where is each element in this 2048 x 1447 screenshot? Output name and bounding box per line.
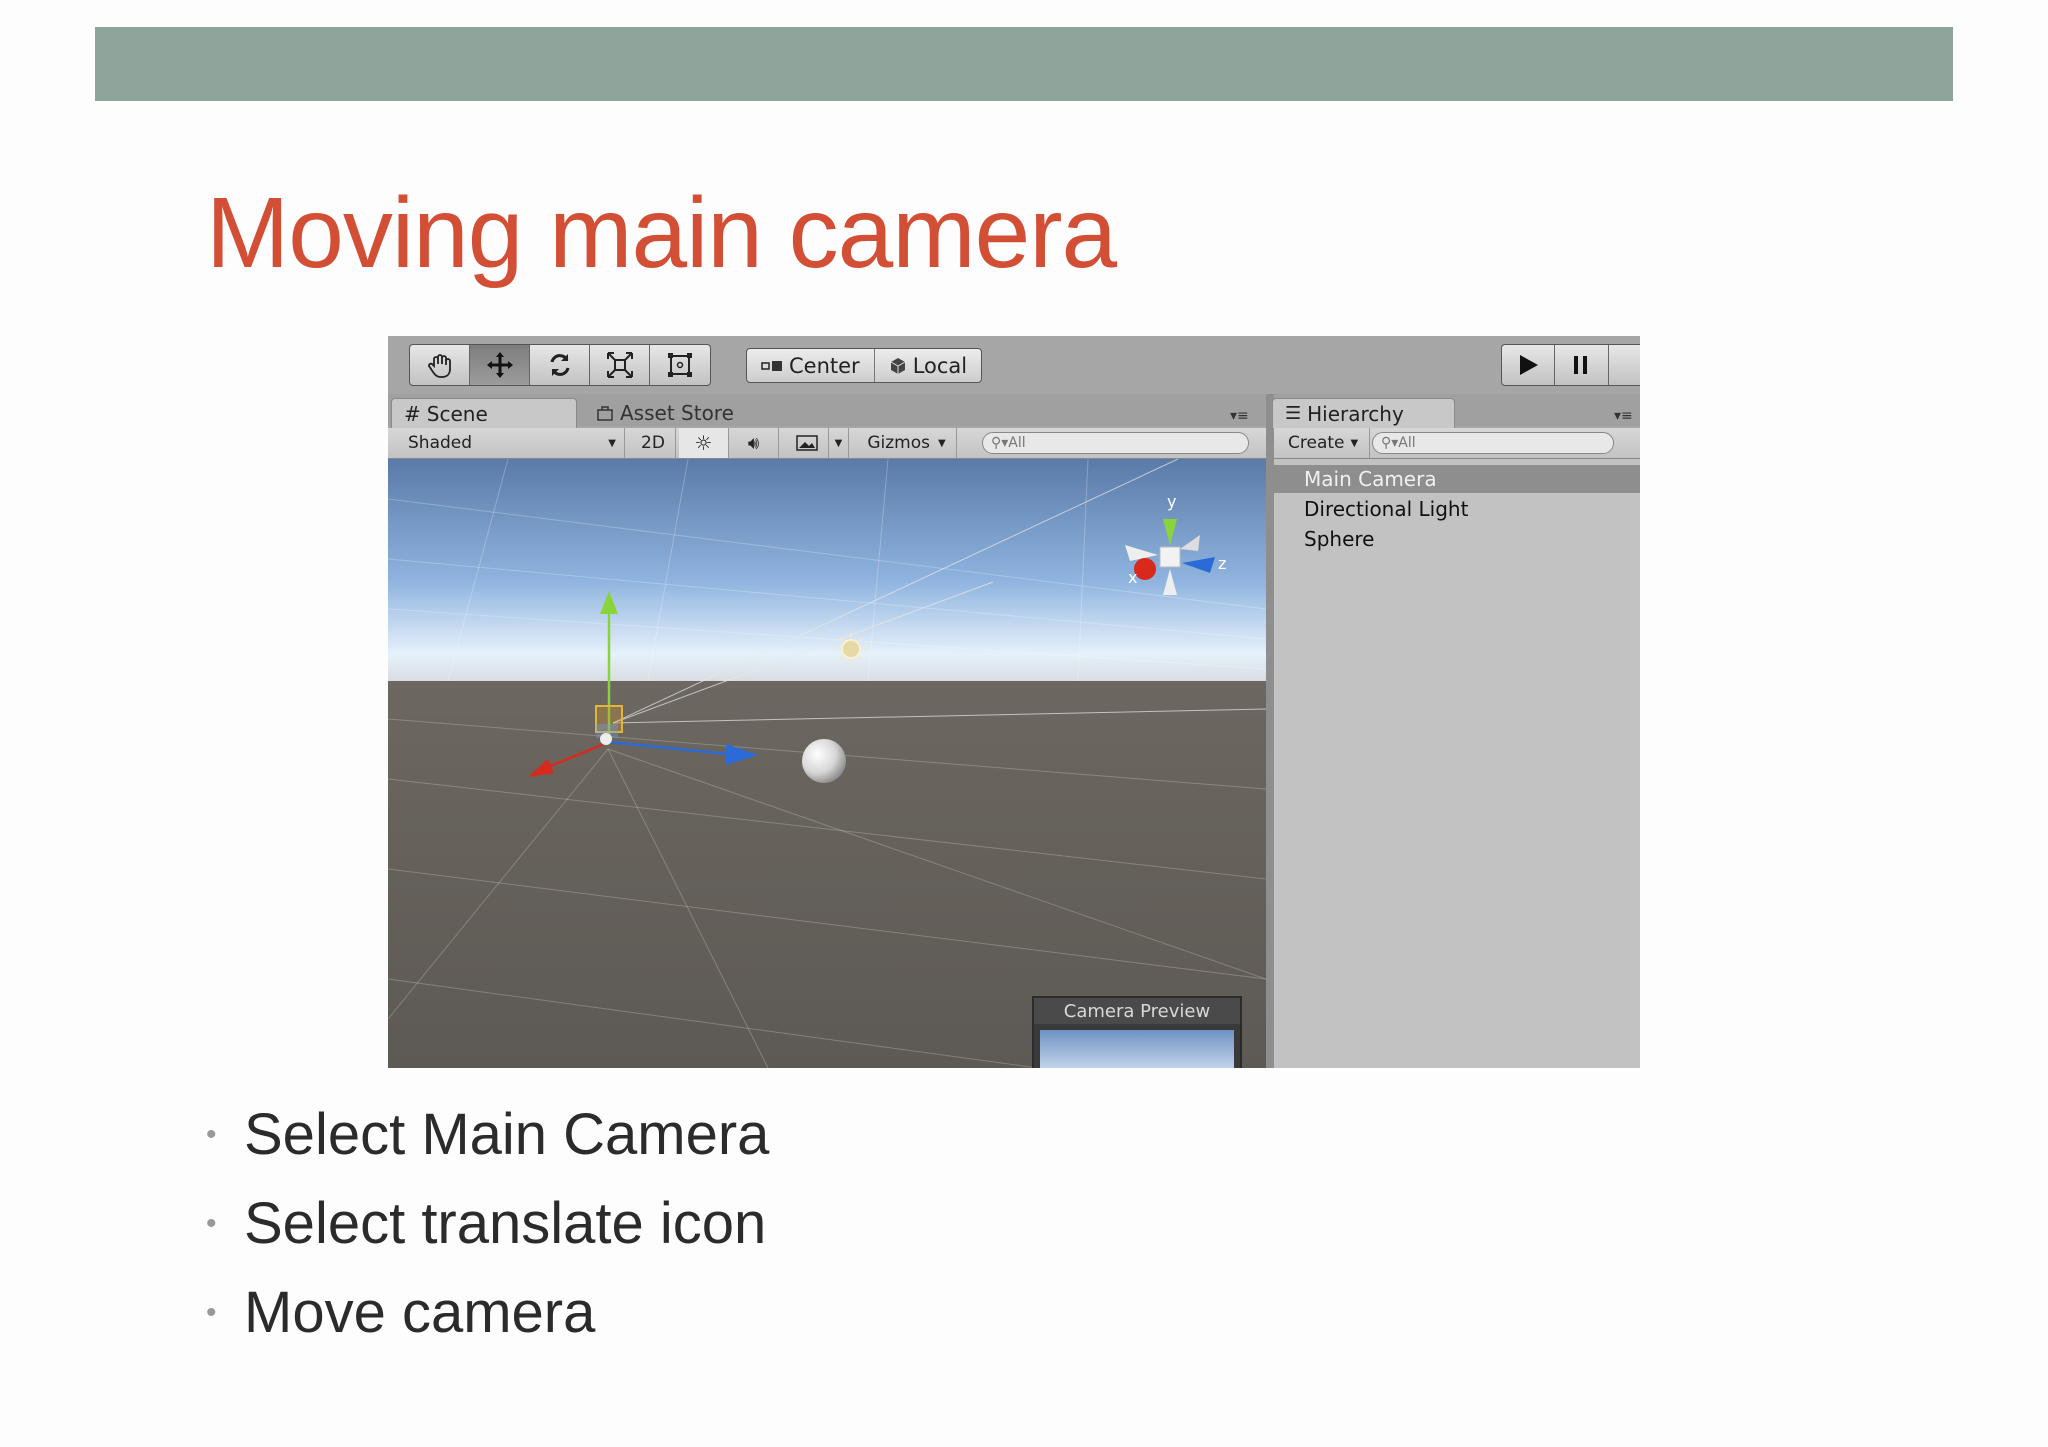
pause-icon [1574,356,1588,374]
panel-divider[interactable] [1266,394,1274,1068]
hierarchy-create-dropdown[interactable]: Create ▼ [1280,428,1370,458]
scene-lighting-toggle[interactable]: ☼ [679,428,729,458]
playback-controls [1501,344,1640,386]
hierarchy-search-placeholder: All [1398,435,1416,451]
bullet-text: Move camera [244,1280,596,1345]
scene-search-input[interactable]: ⚲▾ All [982,432,1249,454]
mode-2d-label: 2D [641,433,665,453]
speaker-icon: 🔊︎ [747,432,760,454]
sun-icon: ☼ [694,431,713,455]
bullet-item: • Move camera [206,1268,769,1357]
pivot-controls: Center Local [746,348,983,383]
tab-hierarchy[interactable]: ☰ Hierarchy [1272,398,1455,428]
rotate-icon [550,354,569,376]
pivot-local-button[interactable]: Local [875,349,981,382]
scene-audio-toggle[interactable]: 🔊︎ [729,428,779,458]
unity-editor-screenshot: Center Local # Scene Asset Store ▾≡ Shad… [388,336,1640,1068]
pivot-center-label: Center [789,353,860,378]
bullet-dot: • [206,1206,217,1240]
tab-asset-store[interactable]: Asset Store [584,398,784,428]
top-banner [95,27,1953,101]
chevron-down-icon: ▼ [937,437,946,449]
chevron-down-icon: ▼ [1350,437,1359,449]
gizmos-dropdown[interactable]: Gizmos ▼ [857,428,957,458]
grid-icon: # [404,401,421,426]
move-icon [486,352,513,378]
pivot-center-button[interactable]: Center [747,349,875,382]
rotate-tool-button[interactable] [530,345,590,385]
move-tool-button[interactable] [470,345,530,385]
rect-icon [668,353,692,377]
image-icon [795,435,818,451]
draw-mode-dropdown[interactable]: Shaded ▼ [388,428,625,458]
search-icon: ⚲▾ [991,435,1009,451]
scene-viewport[interactable]: y x z Camera Preview [388,459,1266,1068]
gizmo-z-label: z [1218,554,1226,573]
bullet-item: • Select translate icon [206,1179,769,1268]
scene-panel-menu-icon[interactable]: ▾≡ [1230,408,1249,424]
scale-tool-button[interactable] [590,345,650,385]
gizmo-y-label: y [1167,492,1176,511]
tab-scene-label: Scene [426,401,488,426]
hierarchy-create-label: Create [1288,433,1345,453]
rect-tool-button[interactable] [650,345,710,385]
slide-title: Moving main camera [206,177,1117,289]
hand-tool-button[interactable] [410,345,470,385]
gizmo-x-label: x [1128,568,1137,587]
play-icon [1520,355,1539,375]
hierarchy-item-directional-light[interactable]: Directional Light [1274,495,1640,523]
scale-icon [606,352,633,378]
editor-toolbar: Center Local [388,336,1640,395]
hierarchy-search-input[interactable]: ⚲▾ All [1372,432,1614,454]
cube-icon [890,357,905,374]
shopping-bag-icon [597,406,613,421]
tab-hierarchy-label: Hierarchy [1307,401,1404,426]
center-pivot-icon [761,360,782,371]
mode-2d-toggle[interactable]: 2D [631,428,676,458]
hierarchy-bar: Create ▼ ⚲▾ All [1274,428,1640,459]
tab-scene[interactable]: # Scene [391,398,577,428]
tab-asset-store-label: Asset Store [620,401,734,425]
chevron-down-icon: ▼ [608,437,616,449]
bullet-dot: • [206,1295,217,1329]
step-button[interactable] [1609,345,1640,385]
scene-view-bar: Shaded ▼ 2D ☼ 🔊︎ ▼ Gizmos ▼ ⚲▾ All [388,428,1266,459]
hierarchy-panel-menu-icon[interactable]: ▾≡ [1614,408,1633,424]
draw-mode-label: Shaded [408,433,473,453]
camera-preview-window: Camera Preview [1032,996,1242,1068]
scene-effects-dropdown[interactable]: ▼ [829,428,849,458]
pause-button[interactable] [1555,345,1609,385]
hierarchy-list: Main Camera Directional Light Sphere [1274,459,1640,1068]
transform-tools [409,344,711,386]
bullet-text: Select translate icon [244,1191,767,1256]
search-icon: ⚲▾ [1381,435,1399,451]
gizmos-label: Gizmos [867,433,930,453]
bullet-text: Select Main Camera [244,1102,770,1167]
hierarchy-item-sphere[interactable]: Sphere [1274,525,1640,553]
scene-search-placeholder: All [1008,435,1026,451]
camera-preview-image [1040,1030,1234,1068]
bullet-dot: • [206,1117,217,1151]
bullet-list: • Select Main Camera • Select translate ic… [206,1090,769,1357]
camera-preview-title: Camera Preview [1034,998,1240,1024]
hand-icon [427,354,451,378]
hierarchy-item-main-camera[interactable]: Main Camera [1274,465,1640,493]
scene-effects-toggle[interactable] [785,428,829,458]
play-button[interactable] [1502,345,1556,385]
pivot-local-label: Local [912,353,968,378]
list-icon: ☰ [1285,403,1302,424]
bullet-item: • Select Main Camera [206,1090,769,1179]
